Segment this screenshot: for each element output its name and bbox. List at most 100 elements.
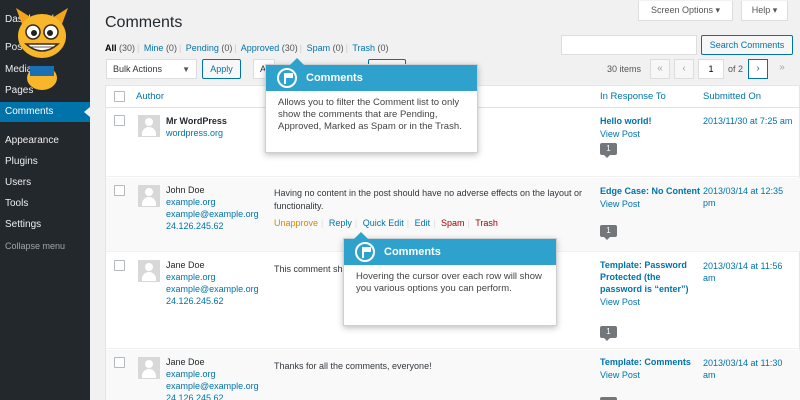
table-row[interactable]: Jane Doe example.org example@example.org… bbox=[106, 350, 800, 400]
search-input[interactable] bbox=[561, 35, 697, 55]
chevron-down-icon: ▼ bbox=[182, 65, 190, 74]
author-email[interactable]: example@example.org bbox=[166, 380, 259, 392]
quick-edit-link[interactable]: Quick Edit bbox=[363, 218, 404, 228]
bulk-actions-select[interactable]: Bulk Actions ▼ bbox=[106, 59, 197, 79]
first-page-button[interactable]: « bbox=[650, 59, 670, 79]
flag-icon bbox=[355, 242, 375, 262]
avatar bbox=[138, 185, 160, 207]
filter-help-tooltip: Comments Allows you to filter the Commen… bbox=[265, 58, 478, 153]
search-comments-button[interactable]: Search Comments bbox=[701, 35, 793, 55]
post-title-link[interactable]: Template: Comments bbox=[600, 356, 700, 368]
author-info: Mr WordPress wordpress.org bbox=[166, 115, 227, 139]
in-response-to: Edge Case: No Content View Post bbox=[600, 185, 700, 210]
author-email[interactable]: example@example.org bbox=[166, 208, 259, 220]
prev-page-button[interactable]: ‹ bbox=[674, 59, 694, 79]
post-title-link[interactable]: Edge Case: No Content bbox=[600, 185, 700, 197]
avatar bbox=[138, 260, 160, 282]
reply-link[interactable]: Reply bbox=[329, 218, 352, 228]
next-page-button[interactable]: › bbox=[748, 59, 768, 79]
avatar bbox=[138, 115, 160, 137]
screen-options-button[interactable]: Screen Options ▾ bbox=[638, 1, 733, 21]
filter-all[interactable]: All (30) bbox=[105, 43, 135, 53]
sidebar-item-comments[interactable]: Comments bbox=[0, 102, 90, 122]
author-info: Jane Doe example.org example@example.org… bbox=[166, 259, 259, 307]
column-submitted-on[interactable]: Submitted On bbox=[703, 86, 761, 107]
author-email[interactable]: example@example.org bbox=[166, 283, 259, 295]
view-post-link[interactable]: View Post bbox=[600, 296, 700, 308]
in-response-to: Hello world! View Post bbox=[600, 115, 700, 140]
filter-pending[interactable]: Pending (0) bbox=[186, 43, 233, 53]
items-count: 30 items bbox=[607, 64, 642, 74]
author-ip[interactable]: 24.126.245.62 bbox=[166, 220, 259, 232]
author-name: Jane Doe bbox=[166, 260, 205, 270]
column-in-response-to[interactable]: In Response To bbox=[600, 86, 666, 107]
author-ip[interactable]: 24.126.245.62 bbox=[166, 295, 259, 307]
filter-mine[interactable]: Mine (0) bbox=[144, 43, 177, 53]
view-post-link[interactable]: View Post bbox=[600, 128, 700, 140]
author-url[interactable]: example.org bbox=[166, 271, 259, 283]
row-hover-help-tooltip: Comments Hovering the cursor over each r… bbox=[343, 232, 557, 326]
in-response-to: Template: Password Protected (the passwo… bbox=[600, 259, 700, 308]
author-url[interactable]: example.org bbox=[166, 368, 259, 380]
page-title: Comments bbox=[105, 14, 183, 31]
current-page-input[interactable] bbox=[698, 59, 724, 79]
view-post-link[interactable]: View Post bbox=[600, 369, 700, 381]
tooltip-body: Hovering the cursor over each row will s… bbox=[356, 271, 542, 294]
comment-text: Having no content in the post should hav… bbox=[274, 188, 583, 211]
column-author[interactable]: Author bbox=[136, 86, 164, 107]
tooltip-title: Comments bbox=[306, 72, 363, 84]
tooltip-arrow bbox=[354, 232, 368, 239]
tooltip-header: Comments bbox=[344, 239, 556, 265]
row-checkbox[interactable] bbox=[114, 260, 125, 271]
sidebar-item-tools[interactable]: Tools bbox=[0, 194, 90, 214]
total-pages: of 2 bbox=[728, 64, 744, 74]
in-response-to: Template: Comments View Post bbox=[600, 356, 700, 381]
last-page-button[interactable]: » bbox=[772, 59, 792, 79]
bulk-actions-label: Bulk Actions bbox=[113, 64, 163, 74]
row-actions: Unapprove | Reply | Quick Edit | Edit | Spam… bbox=[274, 218, 498, 228]
unapprove-link[interactable]: Unapprove bbox=[274, 218, 318, 228]
submitted-date[interactable]: 2013/03/14 at 12:35 pm bbox=[703, 185, 793, 209]
avatar bbox=[138, 357, 160, 379]
filter-approved[interactable]: Approved (30) bbox=[241, 43, 298, 53]
edit-link[interactable]: Edit bbox=[415, 218, 431, 228]
collapse-menu-button[interactable]: Collapse menu bbox=[0, 236, 90, 256]
sidebar-item-users[interactable]: Users bbox=[0, 173, 90, 193]
author-info: John Doe example.org example@example.org… bbox=[166, 184, 259, 232]
apply-button[interactable]: Apply bbox=[202, 59, 241, 79]
submitted-date[interactable]: 2013/03/14 at 11:30 am bbox=[703, 357, 793, 381]
sidebar-item-settings[interactable]: Settings bbox=[0, 215, 90, 235]
filter-spam[interactable]: Spam (0) bbox=[307, 43, 344, 53]
tooltip-title: Comments bbox=[384, 246, 441, 258]
author-url[interactable]: example.org bbox=[166, 196, 259, 208]
comment-count-icon[interactable]: 1 bbox=[600, 143, 617, 158]
comment-count-icon[interactable]: 1 bbox=[600, 326, 617, 341]
help-button[interactable]: Help ▾ bbox=[741, 1, 788, 21]
tooltip-header: Comments bbox=[266, 65, 477, 91]
filter-trash[interactable]: Trash (0) bbox=[352, 43, 388, 53]
author-name: Mr WordPress bbox=[166, 116, 227, 126]
row-checkbox[interactable] bbox=[114, 357, 125, 368]
author-name: Jane Doe bbox=[166, 357, 205, 367]
view-post-link[interactable]: View Post bbox=[600, 198, 700, 210]
row-checkbox[interactable] bbox=[114, 185, 125, 196]
post-title-link[interactable]: Template: Password Protected (the passwo… bbox=[600, 259, 700, 295]
author-info: Jane Doe example.org example@example.org… bbox=[166, 356, 259, 400]
author-ip[interactable]: 24.126.245.62 bbox=[166, 392, 259, 400]
submitted-date[interactable]: 2013/03/14 at 11:56 am bbox=[703, 260, 793, 284]
post-title-link[interactable]: Hello world! bbox=[600, 115, 700, 127]
comment-text: Thanks for all the comments, everyone! bbox=[274, 361, 432, 371]
spam-link[interactable]: Spam bbox=[441, 218, 465, 228]
author-url[interactable]: wordpress.org bbox=[166, 127, 227, 139]
comment-count-icon[interactable]: 1 bbox=[600, 225, 617, 240]
row-checkbox[interactable] bbox=[114, 115, 125, 126]
sidebar-item-appearance[interactable]: Appearance bbox=[0, 131, 90, 151]
trash-link[interactable]: Trash bbox=[475, 218, 498, 228]
submitted-date[interactable]: 2013/11/30 at 7:25 am bbox=[703, 115, 793, 127]
sidebar-item-plugins[interactable]: Plugins bbox=[0, 152, 90, 172]
tooltip-arrow bbox=[290, 58, 304, 65]
mascot-icon bbox=[16, 8, 68, 90]
flag-icon bbox=[277, 68, 297, 88]
main-content: Comments Screen Options ▾ Help ▾ All (30… bbox=[90, 0, 800, 400]
select-all-checkbox[interactable] bbox=[114, 91, 125, 102]
